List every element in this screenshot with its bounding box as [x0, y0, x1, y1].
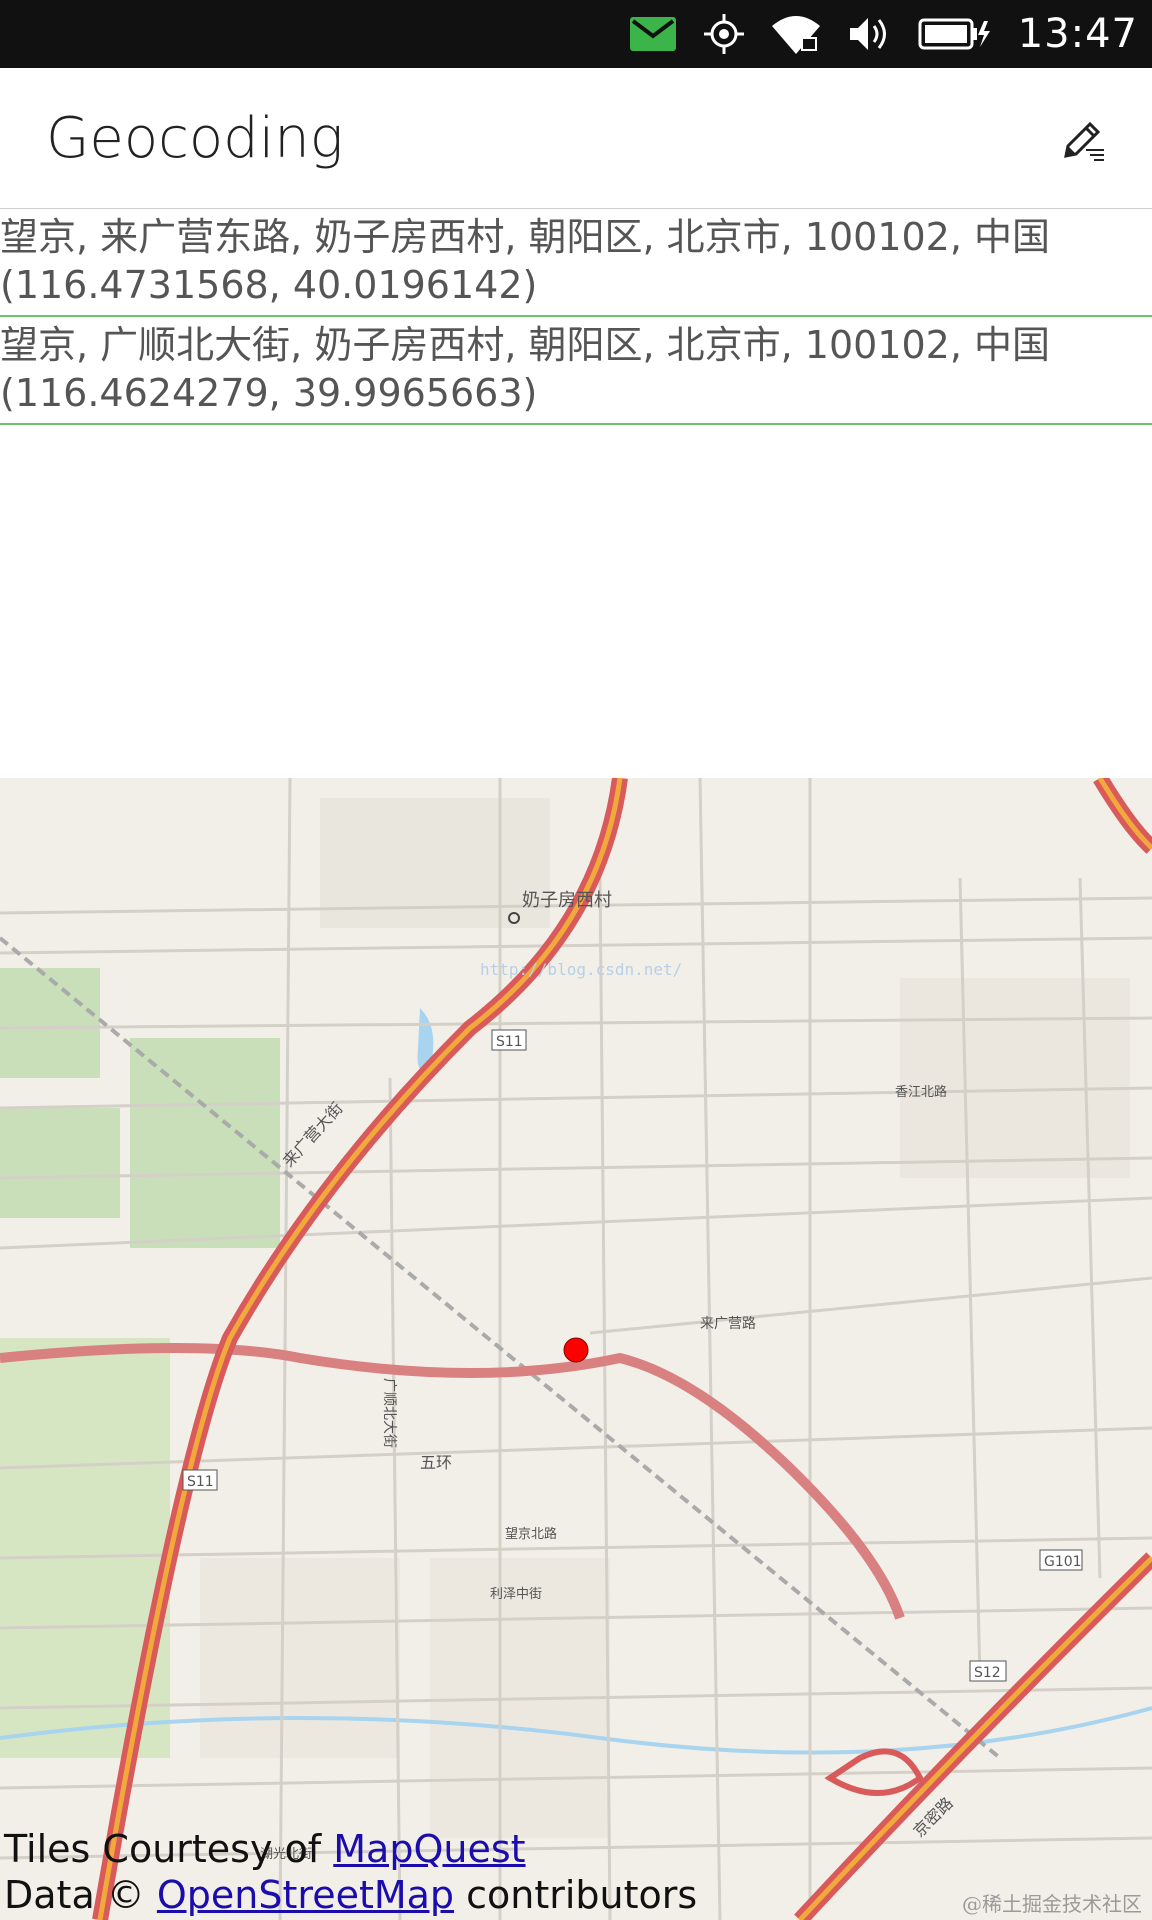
result-coordinates: (116.4624279, 39.9965663) [0, 371, 538, 415]
label-5th-ring: 五环 [420, 1453, 452, 1472]
list-item[interactable]: 望京, 来广营东路, 奶子房西村, 朝阳区, 北京市, 100102, 中国 (… [0, 209, 1152, 317]
map-attribution: Tiles Courtesy of MapQuest Data © OpenSt… [4, 1826, 697, 1918]
page-title: Geocoding [46, 106, 344, 171]
label-wangjing-north: 望京北路 [505, 1526, 557, 1542]
map-tiles: 奶子房西村 S11 S11 来广营大街 来广营路 五环 广顺北大街 G101 S… [0, 778, 1152, 1920]
attribution-line-1: Tiles Courtesy of MapQuest [4, 1826, 697, 1872]
label-laiguangying-road: 来广营路 [700, 1316, 756, 1332]
label-lize: 利泽中街 [490, 1587, 542, 1602]
site-watermark: @稀土掘金技术社区 [962, 1892, 1142, 1916]
label-g101: G101 [1044, 1554, 1082, 1570]
message-icon [629, 0, 676, 68]
volume-icon [848, 0, 890, 68]
battery-icon [918, 0, 990, 68]
label-guangshun: 广顺北大街 [381, 1378, 397, 1448]
attribution-data-text: Data © [4, 1873, 157, 1917]
result-address: 望京, 来广营东路, 奶子房西村, 朝阳区, 北京市, 100102, 中国 [0, 215, 1051, 259]
result-coordinates: (116.4731568, 40.0196142) [0, 263, 538, 307]
attribution-tiles-text: Tiles Courtesy of [4, 1827, 334, 1871]
attribution-contributors-text: contributors [454, 1873, 698, 1917]
status-bar: 13:47 [0, 0, 1152, 68]
result-address: 望京, 广顺北大街, 奶子房西村, 朝阳区, 北京市, 100102, 中国 [0, 323, 1051, 367]
results-list: 望京, 来广营东路, 奶子房西村, 朝阳区, 北京市, 100102, 中国 (… [0, 209, 1152, 425]
openstreetmap-link[interactable]: OpenStreetMap [157, 1873, 454, 1917]
attribution-line-2: Data © OpenStreetMap contributors [4, 1872, 697, 1918]
map-view[interactable]: 奶子房西村 S11 S11 来广营大街 来广营路 五环 广顺北大街 G101 S… [0, 778, 1152, 1920]
clock: 13:47 [1017, 11, 1138, 57]
label-xiangjiang: 香江北路 [895, 1084, 947, 1100]
label-s11-south: S11 [187, 1474, 214, 1490]
label-s12: S12 [974, 1665, 1001, 1681]
location-marker [563, 1337, 589, 1363]
label-village: 奶子房西村 [522, 890, 612, 911]
list-item[interactable]: 望京, 广顺北大街, 奶子房西村, 朝阳区, 北京市, 100102, 中国 (… [0, 317, 1152, 425]
edit-icon[interactable] [1060, 116, 1108, 164]
mapquest-link[interactable]: MapQuest [333, 1827, 525, 1871]
wifi-icon [771, 0, 820, 68]
label-s11: S11 [496, 1034, 523, 1050]
map-watermark: http://blog.csdn.net/ [480, 960, 682, 979]
app-header: Geocoding [0, 68, 1152, 209]
location-icon [703, 0, 744, 68]
